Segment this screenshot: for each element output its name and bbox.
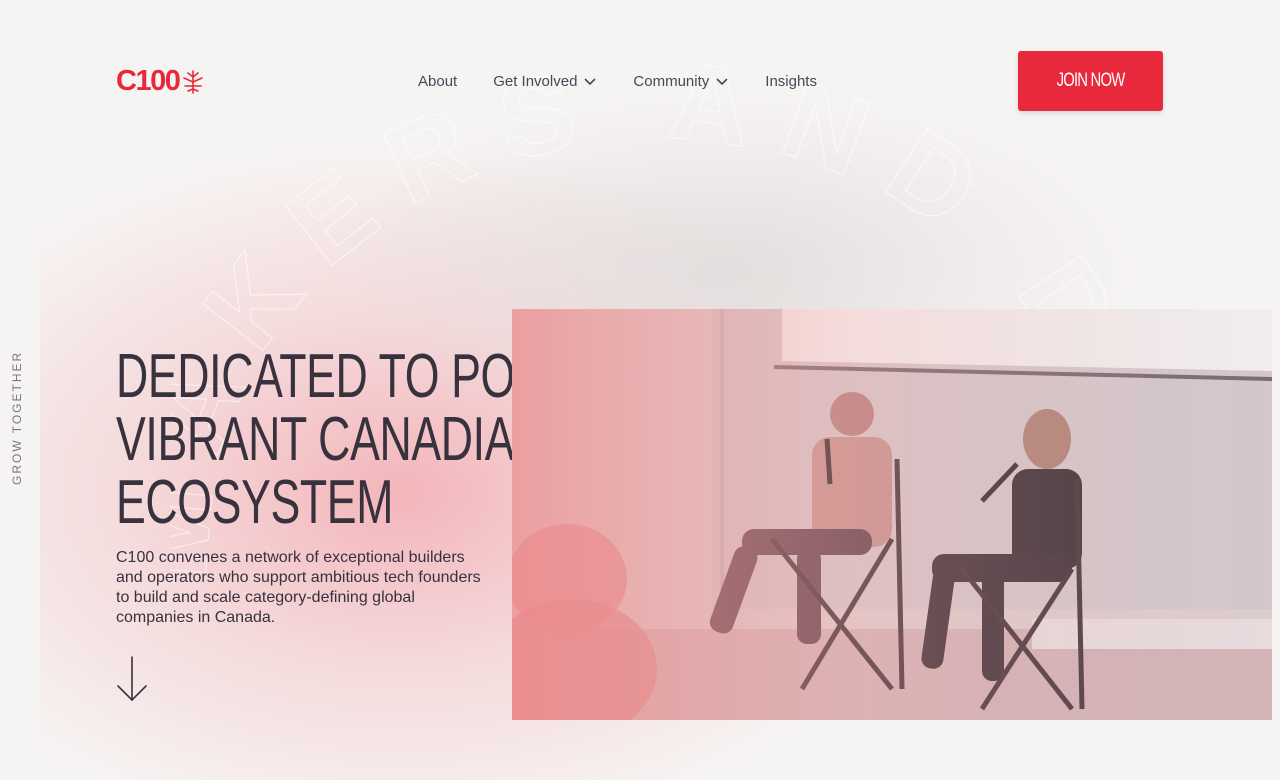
chevron-down-icon <box>584 78 596 86</box>
nav-get-involved-label: Get Involved <box>493 72 578 90</box>
hero-photo <box>512 309 1272 720</box>
join-now-label: JOIN NOW <box>1056 70 1126 91</box>
hero-description: C100 convenes a network of exceptional b… <box>116 549 481 626</box>
chevron-down-icon <box>716 78 728 86</box>
site-logo[interactable]: C100 <box>116 67 205 96</box>
nav-about[interactable]: About <box>418 70 457 92</box>
hero-photo-illustration <box>512 309 1272 720</box>
nav-insights-label: Insights <box>765 72 817 90</box>
logo-text: C100 <box>116 65 181 97</box>
main-nav: About Get Involved Community Insights <box>418 70 853 92</box>
side-label: GROW TOGETHER <box>10 350 24 485</box>
join-now-button[interactable]: JOIN NOW <box>1018 51 1163 111</box>
maple-leaf-icon <box>183 69 204 94</box>
nav-insights[interactable]: Insights <box>765 70 817 92</box>
arrow-down-icon[interactable] <box>116 656 148 702</box>
nav-community-label: Community <box>633 72 710 90</box>
nav-community[interactable]: Community <box>633 70 729 92</box>
nav-about-label: About <box>418 72 458 90</box>
nav-get-involved[interactable]: Get Involved <box>493 70 597 92</box>
